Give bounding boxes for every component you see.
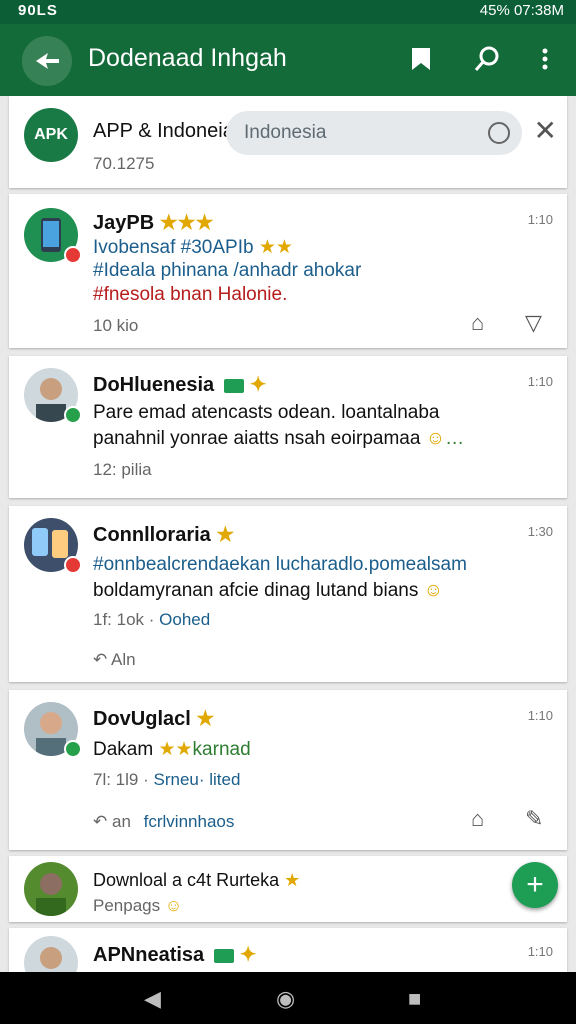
post-line-tail: …	[445, 428, 465, 449]
post-line: panahnil yonrae aiatts nsah eoirpamaa	[93, 428, 421, 449]
close-icon[interactable]: ✕	[534, 114, 557, 147]
avatar	[24, 936, 78, 972]
post-line: Dakam	[93, 739, 154, 760]
nav-home-button[interactable]: ◉	[276, 986, 295, 1012]
post-card[interactable]: Downloal a c4t Rurteka ★ Penpags ☺	[9, 856, 567, 922]
star-icon: ★	[284, 870, 301, 890]
post-line: boldamyranan afcie dinag lutand bians	[93, 580, 419, 601]
nav-back-button[interactable]: ◀	[144, 986, 161, 1012]
status-left-text: 90LS	[18, 2, 58, 19]
star-icon: ★★	[258, 237, 293, 258]
post-meta: 7l: 1l9 ·	[93, 770, 149, 789]
search-value: Indonesia	[244, 122, 327, 143]
star-icon: ★★★	[159, 212, 214, 234]
post-name: Downloal a c4t Rurteka	[93, 870, 280, 890]
post-link[interactable]: Srneu· lited	[153, 770, 240, 789]
system-nav-bar: ◀ ◉ ■	[0, 972, 576, 1024]
feed-list[interactable]: APK APP & Indoneia 70.1275 Indonesia ✕ J…	[0, 96, 576, 972]
voice-icon[interactable]	[488, 122, 510, 144]
post-name: DovUglacl	[93, 708, 191, 730]
post-line: Pare emad atencasts odean. loantalnaba	[93, 402, 440, 423]
post-name: JayPB	[93, 212, 155, 234]
flag-icon	[224, 378, 245, 393]
emoji-icon: ☺	[164, 896, 183, 915]
page-title: Dodenaad Inhgah	[88, 44, 287, 72]
post-name: Connlloraria	[93, 524, 211, 546]
reply-icon[interactable]: ↶	[93, 812, 107, 831]
post-meta: 12: pilia	[93, 460, 152, 479]
post-card[interactable]: JayPB ★★★ 1:10 Ivobensaf #30APIb ★★ #Ide…	[9, 194, 567, 348]
star-icon: ✦	[239, 944, 257, 966]
status-dot	[64, 740, 82, 758]
bookmark-icon[interactable]	[404, 42, 438, 76]
status-bar: 90LS 45% 07:38M	[0, 0, 576, 24]
search-input[interactable]: Indonesia	[226, 111, 522, 155]
share-icon[interactable]: ⌂	[471, 310, 484, 336]
star-icon: ★	[216, 524, 235, 546]
post-card[interactable]: DoHluenesia ✦ 1:10 Pare emad atencasts o…	[9, 356, 567, 498]
post-line: karnad	[192, 739, 251, 760]
post-meta: 1f: 1ok ·	[93, 610, 155, 629]
post-line: Ivobensaf #30APIb	[93, 237, 254, 258]
post-line: Penpags	[93, 896, 161, 915]
star-icon: ★★	[158, 739, 193, 760]
post-line: #fnesola bnan Halonie.	[93, 284, 288, 305]
nav-recent-button[interactable]: ■	[408, 986, 421, 1012]
comment-icon[interactable]: ✎	[525, 806, 543, 832]
post-name: APP & Indoneia	[93, 120, 234, 142]
post-time: 1:30	[527, 524, 553, 539]
post-time: 1:10	[527, 944, 553, 959]
share-icon[interactable]: ⌂	[471, 806, 484, 832]
post-name: APNneatisa	[93, 944, 205, 966]
status-dot	[64, 246, 82, 264]
post-time: 1:10	[527, 708, 553, 723]
star-icon: ★	[196, 708, 215, 730]
post-card[interactable]: Connlloraria ★ 1:30 #onnbealcrendaekan l…	[9, 506, 567, 682]
flag-icon	[214, 948, 235, 963]
action-label[interactable]: an	[112, 812, 131, 831]
post-time: 1:10	[527, 212, 553, 227]
status-dot	[64, 406, 82, 424]
post-link[interactable]: Oohed	[159, 610, 210, 629]
action-label[interactable]: Aln	[111, 650, 136, 669]
reply-icon[interactable]: ↶	[93, 650, 107, 669]
search-result-card[interactable]: APK APP & Indoneia 70.1275 Indonesia ✕	[9, 96, 567, 188]
search-icon[interactable]	[470, 42, 504, 76]
status-right-text: 45% 07:38M	[479, 2, 564, 19]
post-time: 1:10	[527, 374, 553, 389]
status-dot	[64, 556, 82, 574]
post-meta: 70.1275	[93, 154, 155, 173]
post-line: #onnbealcrendaekan lucharadlo.pomealsam	[93, 554, 467, 575]
send-icon[interactable]: ▽	[525, 310, 542, 336]
post-line: #Ideala phinana /anhadr ahokar	[93, 260, 362, 281]
post-card[interactable]: DovUglacl ★ 1:10 Dakam ★★karnad 7l: 1l9 …	[9, 690, 567, 850]
star-icon: ✦	[249, 374, 267, 396]
app-bar: Dodenaad Inhgah	[0, 24, 576, 96]
apk-logo: APK	[24, 108, 78, 162]
emoji-icon: ☺	[425, 428, 446, 449]
back-icon[interactable]	[22, 36, 72, 86]
post-card[interactable]: APNneatisa ✦ 1:10	[9, 928, 567, 972]
add-button[interactable]: +	[512, 862, 558, 908]
emoji-icon: ☺	[423, 580, 444, 601]
avatar	[24, 862, 78, 916]
post-link[interactable]: fcrlvinnhaos	[144, 812, 235, 831]
post-name: DoHluenesia	[93, 374, 215, 396]
post-meta: 10 kio	[93, 316, 139, 335]
overflow-menu-icon[interactable]	[528, 42, 562, 76]
